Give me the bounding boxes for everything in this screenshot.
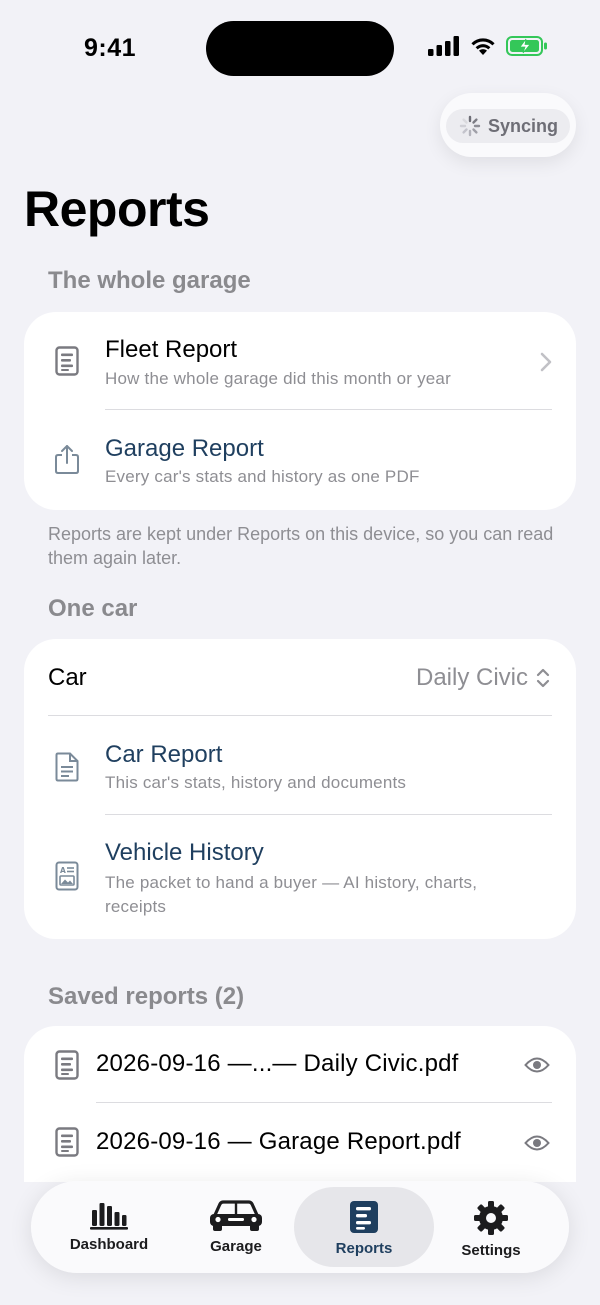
garage-report-row[interactable]: Garage Report Every car's stats and hist… <box>24 410 576 510</box>
status-time: 9:41 <box>84 34 137 62</box>
chevron-right-icon <box>540 352 552 372</box>
section-header-one-car: One car <box>48 595 138 622</box>
wifi-icon <box>471 38 495 55</box>
eye-icon[interactable] <box>524 1056 550 1074</box>
vehicle-history-subtitle: The packet to hand a buyer — AI history,… <box>105 873 478 916</box>
report-icon <box>350 1201 378 1233</box>
tab-label: Settings <box>461 1242 521 1259</box>
status-icons <box>428 36 548 56</box>
saved-report-row[interactable]: 2026-09-16 — Garage Report.pdf <box>24 1103 576 1182</box>
sync-status[interactable]: Syncing <box>440 93 576 157</box>
history-packet-icon: A <box>52 859 82 893</box>
section-header-saved-reports: Saved reports (2) <box>48 983 245 1010</box>
svg-text:A: A <box>60 866 66 875</box>
sync-pill[interactable]: Syncing <box>446 109 570 143</box>
saved-report-filename: 2026-09-16 —...— Daily Civic.pdf <box>96 1050 459 1077</box>
spinner-icon <box>459 115 481 137</box>
car-picker-label: Car <box>48 664 87 691</box>
garage-report-subtitle: Every car's stats and history as one PDF <box>105 467 420 486</box>
tab-label: Reports <box>335 1240 393 1257</box>
fleet-report-row[interactable]: Fleet Report How the whole garage did th… <box>24 312 576 410</box>
fleet-report-title: Fleet Report <box>105 336 238 363</box>
gear-icon <box>474 1201 508 1235</box>
cellular-signal-icon <box>428 36 459 56</box>
tab-label: Dashboard <box>69 1236 149 1253</box>
document-lines-icon <box>52 1125 82 1159</box>
car-picker-row[interactable]: Car Daily Civic <box>24 639 576 715</box>
car-icon <box>210 1200 262 1231</box>
section-header-whole-garage: The whole garage <box>48 267 251 294</box>
saved-report-row[interactable]: 2026-09-16 —...— Daily Civic.pdf <box>24 1026 576 1103</box>
car-picker-value: Daily Civic <box>415 664 528 691</box>
tab-reports[interactable]: Reports <box>294 1187 434 1267</box>
page-title: Reports <box>24 181 210 237</box>
garage-report-title: Garage Report <box>105 435 264 462</box>
vehicle-history-row[interactable]: A Vehicle History The packet to hand a b… <box>24 815 576 939</box>
car-report-subtitle: This car's stats, history and documents <box>105 773 407 792</box>
tab-dashboard[interactable]: Dashboard <box>39 1187 179 1267</box>
battery-charging-icon <box>506 36 547 56</box>
tab-bar: Dashboard Garage Reports Settings <box>31 1181 569 1273</box>
status-bar: 9:41 <box>0 0 600 96</box>
document-lines-icon <box>52 1048 82 1082</box>
dynamic-island <box>206 21 394 76</box>
vehicle-history-title: Vehicle History <box>105 839 264 866</box>
bar-chart-icon <box>90 1203 128 1230</box>
sync-label: Syncing <box>488 115 559 136</box>
chevron-up-down-icon <box>536 668 550 688</box>
document-icon <box>52 750 82 784</box>
tab-label: Garage <box>210 1238 262 1255</box>
eye-icon[interactable] <box>524 1134 550 1152</box>
share-icon <box>52 442 82 476</box>
fleet-report-subtitle: How the whole garage did this month or y… <box>105 369 451 388</box>
garage-footnote: Reports are kept under Reports on this d… <box>48 524 554 568</box>
tab-settings[interactable]: Settings <box>421 1187 561 1267</box>
car-report-title: Car Report <box>105 741 223 768</box>
tab-garage[interactable]: Garage <box>166 1187 306 1267</box>
car-picker[interactable]: Daily Civic <box>416 664 550 692</box>
one-car-card: Car Daily Civic Car Report This car's st… <box>24 639 576 939</box>
saved-reports-card: 2026-09-16 —...— Daily Civic.pdf 2026-09… <box>24 1026 576 1182</box>
document-lines-icon <box>52 344 82 378</box>
saved-report-filename: 2026-09-16 — Garage Report.pdf <box>96 1128 461 1155</box>
car-report-row[interactable]: Car Report This car's stats, history and… <box>24 716 576 815</box>
garage-reports-card: Fleet Report How the whole garage did th… <box>24 312 576 510</box>
